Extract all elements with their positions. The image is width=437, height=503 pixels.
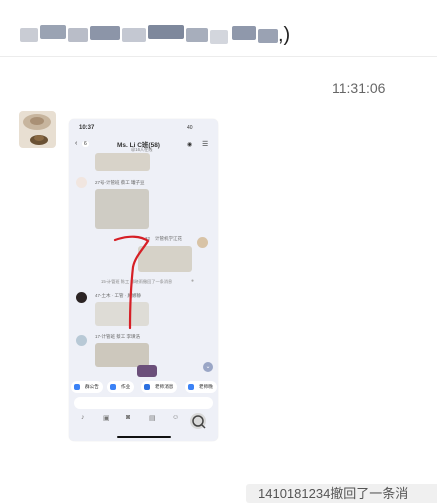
chip-teacher-evening[interactable]: 老师晚 bbox=[185, 381, 217, 393]
chip-teacher-messages[interactable]: 老师消息 bbox=[141, 381, 178, 393]
add-icon[interactable] bbox=[190, 413, 206, 429]
recall-notification-bar: 1410181234撤回了一条消 bbox=[246, 484, 437, 503]
chip-homework[interactable]: 作业 bbox=[107, 381, 135, 393]
chat-icon bbox=[144, 384, 150, 390]
megaphone-icon bbox=[74, 384, 80, 390]
blurred-chat-title bbox=[20, 22, 280, 48]
sender-avatar[interactable] bbox=[19, 111, 56, 148]
box-icon bbox=[188, 384, 194, 390]
image-icon[interactable]: ▣ bbox=[103, 414, 110, 422]
message-timestamp: 11:31:06 bbox=[332, 80, 386, 96]
home-indicator bbox=[117, 436, 171, 438]
emoji-icon[interactable]: ☺ bbox=[172, 414, 179, 421]
folder-icon[interactable]: ▤ bbox=[149, 414, 156, 422]
camera-icon[interactable]: ◙ bbox=[126, 414, 130, 421]
voice-icon[interactable]: ♪ bbox=[81, 414, 85, 421]
chat-title-tail: ,) bbox=[278, 24, 291, 46]
chip-announcement[interactable]: 群公告 bbox=[71, 381, 103, 393]
image-message-phone-screenshot[interactable]: 10:37 40 ‹ 6 Ms. Li C班(58) @16人在线 ◉ ☰ 27… bbox=[69, 119, 218, 441]
document-icon bbox=[110, 384, 116, 390]
chat-header: ,) bbox=[0, 0, 437, 57]
phone-message-input[interactable] bbox=[74, 397, 213, 409]
